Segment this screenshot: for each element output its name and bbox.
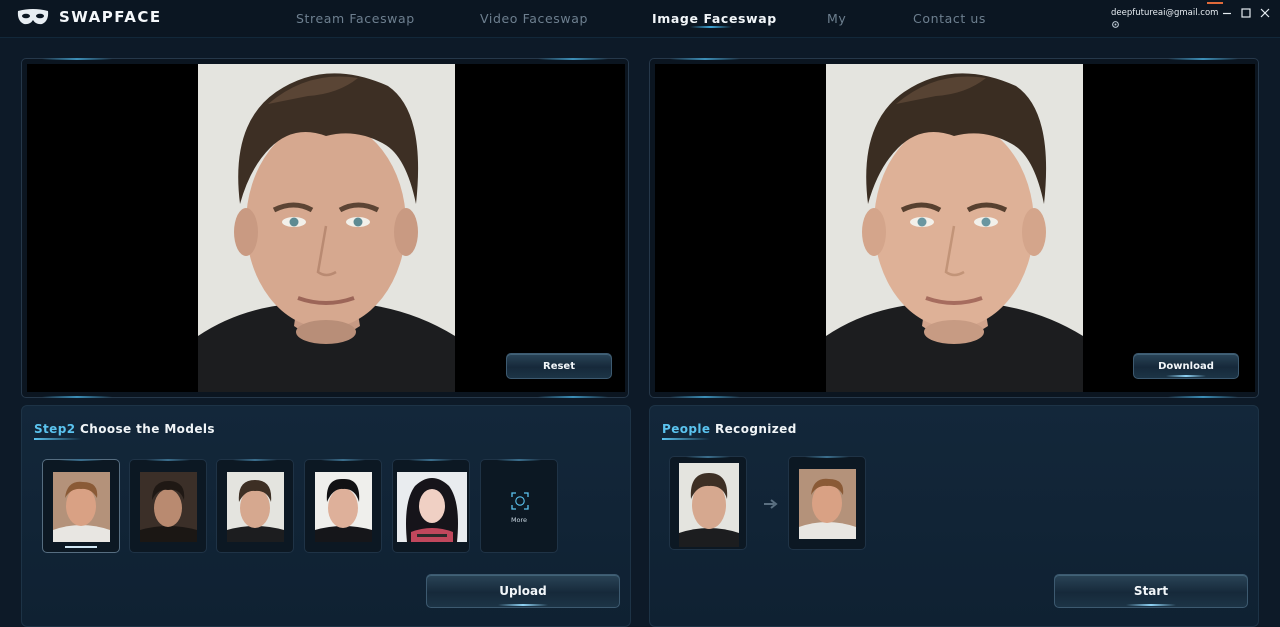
step-label: Step2 [34, 422, 76, 436]
result-image-viewport [655, 64, 1255, 392]
model-thumbnail-3[interactable] [216, 459, 294, 553]
people-label: People [662, 422, 711, 436]
more-label: More [510, 516, 528, 524]
model-thumbnail-2[interactable] [129, 459, 207, 553]
source-image-viewport [27, 64, 625, 392]
nav-video-faceswap[interactable]: Video Faceswap [480, 11, 588, 26]
face-scan-icon [511, 492, 529, 510]
recognized-face-thumbnail[interactable] [669, 456, 747, 550]
choose-models-title: Step2 Choose the Models [34, 422, 215, 436]
active-nav-indicator [690, 26, 732, 28]
nav-stream-faceswap[interactable]: Stream Faceswap [296, 11, 415, 26]
source-image-frame: Reset [21, 58, 629, 398]
choose-models-panel: Step2 Choose the Models More Upload [21, 405, 631, 627]
nav-my[interactable]: My [827, 11, 846, 26]
upload-button-label: Upload [499, 584, 547, 598]
title-bar: SWAPFACE Stream Faceswap Video Faceswap … [0, 0, 1280, 38]
model-thumbnail-1[interactable] [42, 459, 120, 553]
download-button-label: Download [1158, 360, 1214, 372]
people-recognized-title-text: Recognized [710, 422, 797, 436]
target-model-image [799, 469, 856, 539]
model-3-image [227, 472, 284, 542]
model-thumbnail-5[interactable] [392, 459, 470, 553]
choose-models-title-text: Choose the Models [75, 422, 215, 436]
nav-image-faceswap[interactable]: Image Faceswap [652, 11, 777, 26]
recognized-face-image [679, 463, 739, 547]
model-5-image [397, 472, 467, 542]
model-4-image [315, 472, 372, 542]
model-2-image [140, 472, 197, 542]
model-1-image [53, 472, 110, 542]
result-image-frame: Download [649, 58, 1259, 398]
app-logo: SWAPFACE [16, 8, 162, 26]
download-button[interactable]: Download [1133, 353, 1239, 379]
more-models-button[interactable]: More [480, 459, 558, 553]
arrow-right-icon [764, 499, 778, 509]
minimize-icon[interactable] [1221, 7, 1233, 19]
account-email[interactable]: deepfutureai@gmail.com [1111, 8, 1218, 18]
reset-button-label: Reset [543, 360, 575, 372]
mask-logo-icon [17, 9, 49, 25]
people-recognized-title: People Recognized [662, 422, 797, 436]
result-portrait-image [826, 64, 1083, 392]
app-title: SWAPFACE [59, 8, 162, 26]
maximize-icon[interactable] [1240, 7, 1252, 19]
model-thumbnail-4[interactable] [304, 459, 382, 553]
settings-icon[interactable] [1111, 20, 1120, 29]
start-button[interactable]: Start [1054, 574, 1248, 608]
source-portrait-image [198, 64, 455, 392]
nav-contact-us[interactable]: Contact us [913, 11, 986, 26]
status-indicator [1207, 2, 1223, 4]
close-icon[interactable] [1259, 7, 1271, 19]
upload-button[interactable]: Upload [426, 574, 620, 608]
people-recognized-panel: People Recognized Start [649, 405, 1259, 627]
start-button-label: Start [1133, 584, 1169, 598]
reset-button[interactable]: Reset [506, 353, 612, 379]
target-model-thumbnail[interactable] [788, 456, 866, 550]
